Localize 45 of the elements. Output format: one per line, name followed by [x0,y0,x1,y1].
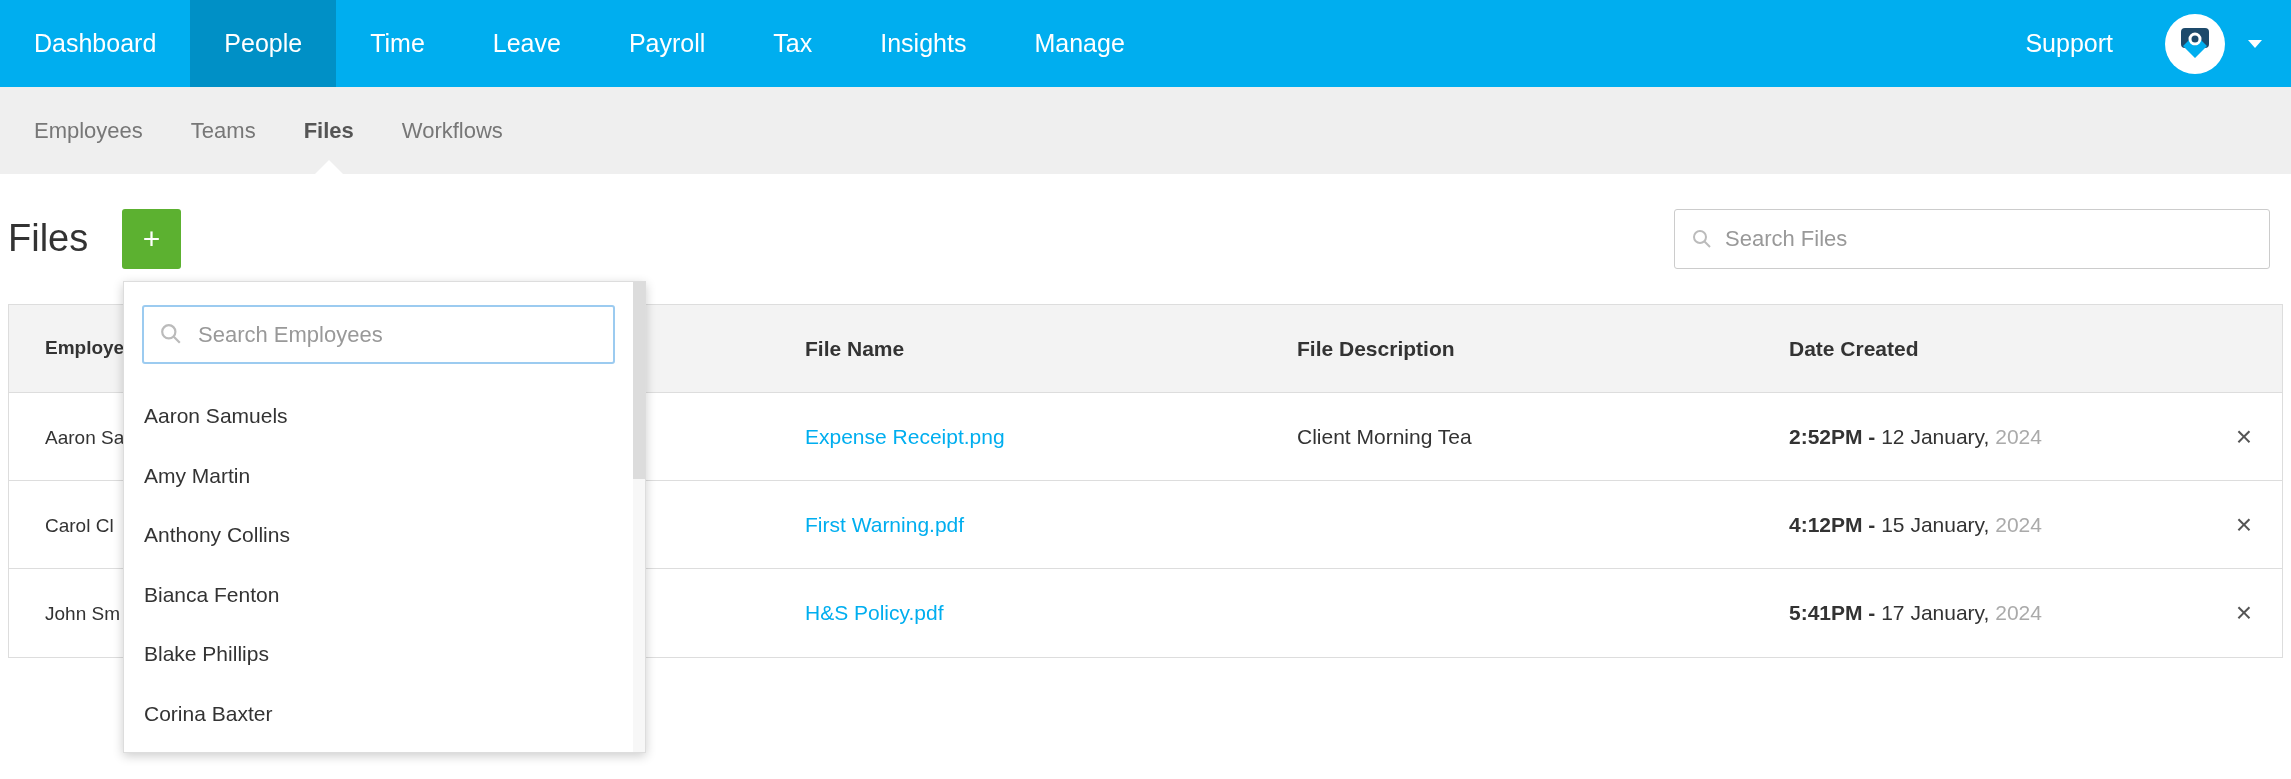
scrollbar-thumb[interactable] [633,282,645,479]
nav-tab[interactable]: Manage [1000,0,1159,87]
nav-tab[interactable]: Time [336,0,459,87]
search-icon [1692,228,1712,249]
support-link[interactable]: Support [2025,24,2113,63]
date-cell-text: 4:12PM - 15 January, 2024 [1789,511,2042,538]
nav-tab[interactable]: Dashboard [0,0,191,87]
scrollbar[interactable] [633,282,645,752]
column-header: Employe [45,337,125,359]
delete-button[interactable]: × [2235,599,2252,627]
table-cell: Carol Cl [45,514,114,536]
employee-option[interactable]: Aaron Samuels [142,386,615,446]
nav-tab[interactable]: Leave [458,0,595,87]
employee-option[interactable]: Bianca Fenton [142,564,615,624]
table-cell: Aaron Sa [45,426,125,448]
nav-tab[interactable]: People [190,0,337,87]
employee-option[interactable]: Corina Baxter [142,683,615,743]
delete-button[interactable]: × [2235,510,2252,539]
page-title: Files [8,216,90,261]
column-header: Date Created [1789,335,1920,362]
add-button[interactable]: + [122,208,181,269]
employee-option[interactable]: Blake Phillips [142,624,615,684]
employee-option[interactable]: Anthony Collins [142,505,615,565]
table-cell: John Sm [45,603,120,625]
employee-option[interactable]: Amy Martin [142,445,615,505]
table-cell-text: Client Morning Tea [1297,423,1473,450]
subnav-tab[interactable]: Teams [166,87,280,174]
subnav-tab[interactable]: Workflows [377,87,527,174]
caret-icon[interactable] [2247,38,2263,49]
date-cell-text: 2:52PM - 12 January, 2024 [1789,423,2042,450]
date-cell-text: 5:41PM - 17 January, 2024 [1789,600,2042,627]
file-link[interactable]: First Warning.pdf [805,508,1297,541]
search-icon [160,323,182,345]
employee-search-field[interactable]: Search Employees [142,305,615,364]
delete-button[interactable]: × [2235,422,2252,451]
nav-tab[interactable]: Tax [739,0,847,87]
search-field[interactable]: Search Files [1674,208,2270,269]
subnav-tab[interactable]: Employees [10,87,167,174]
file-link[interactable]: H&S Policy.pdf [805,597,1297,629]
nav-tab[interactable]: Insights [846,0,1001,87]
file-link[interactable]: Expense Receipt.png [805,420,1297,453]
column-header: File Name [805,335,906,362]
column-header: File Description [1297,335,1456,362]
subnav-tab[interactable]: Files [279,87,378,174]
nav-tab[interactable]: Payroll [594,0,740,87]
